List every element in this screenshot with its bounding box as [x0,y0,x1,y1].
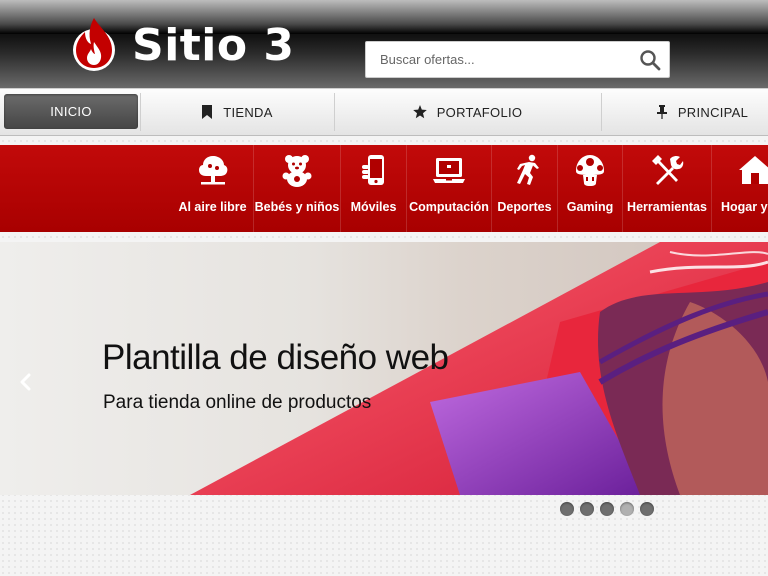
category-label: Computación [409,200,489,214]
site-header: Sitio 3 [0,0,768,88]
bookmark-icon [202,105,213,119]
home-icon [739,156,768,184]
category-herramientas[interactable]: Herramientas [622,145,711,232]
category-label: Gaming [566,200,614,214]
category-label: Móviles [350,200,397,214]
nav-item-label: PRINCIPAL [677,104,749,120]
search-input[interactable] [366,42,626,77]
category-bar: Al aire libre Bebés y niños Móviles Comp… [0,145,768,232]
nav-item-label: TIENDA [223,104,273,120]
search-box [365,41,670,78]
tree-icon [198,156,227,185]
nav-item-portafolio[interactable]: PORTAFOLIO [335,89,600,135]
pin-icon [656,105,667,119]
chevron-left-icon[interactable] [18,372,34,392]
category-gaming[interactable]: Gaming [557,145,622,232]
hero-title: Plantilla de diseño web [102,338,449,377]
flame-logo-icon[interactable] [70,14,118,72]
category-label: Herramientas [627,200,707,214]
slider-dot[interactable] [580,502,594,516]
nav-item-label: PORTAFOLIO [436,104,523,120]
tools-icon [652,155,684,185]
mobile-phone-icon [361,155,384,185]
teddy-bear-icon [282,155,312,187]
mushroom-icon [576,155,604,186]
search-icon[interactable] [639,49,661,71]
category-label: Al aire libre [178,200,247,214]
slider-dot[interactable] [560,502,574,516]
hero-subtitle: Para tienda online de productos [103,392,372,413]
category-label: Hogar y J [721,200,768,214]
main-nav: INICIO TIENDA PORTAFOLIO PRINCIPAL [0,88,768,136]
nav-item-principal[interactable]: PRINCIPAL [602,89,768,135]
slider-dot-active[interactable] [620,502,634,516]
category-hogar[interactable]: Hogar y J [711,145,768,232]
star-icon [412,105,427,119]
hero-slider: Plantilla de diseño web Para tienda onli… [0,242,768,495]
nav-item-tienda[interactable]: TIENDA [141,89,333,135]
nav-item-label: INICIO [50,104,92,119]
site-title[interactable]: Sitio 3 [132,18,295,74]
category-moviles[interactable]: Móviles [340,145,406,232]
category-label: Deportes [497,200,552,214]
runner-icon [516,154,539,185]
category-deportes[interactable]: Deportes [491,145,557,232]
laptop-icon [433,158,465,183]
slider-dot[interactable] [640,502,654,516]
slider-dot[interactable] [600,502,614,516]
slider-pagination [560,502,660,516]
nav-item-inicio[interactable]: INICIO [4,94,138,129]
category-bebes-y-ninos[interactable]: Bebés y niños [253,145,340,232]
category-label: Bebés y niños [254,200,340,214]
category-computacion[interactable]: Computación [406,145,491,232]
category-al-aire-libre[interactable]: Al aire libre [172,145,253,232]
